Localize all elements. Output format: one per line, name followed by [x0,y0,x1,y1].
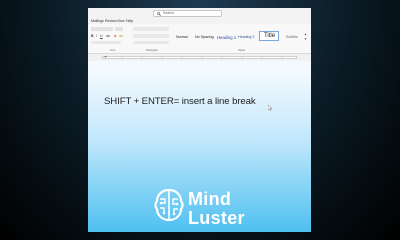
style-heading-1[interactable]: Heading 1 [217,35,236,40]
ruler-ticks [104,56,283,59]
group-label-paragraph: Paragraph [146,49,159,52]
search-icon [157,11,161,16]
search-input[interactable]: Search [153,9,222,17]
style-subtitle[interactable]: Subtitle [286,35,298,39]
alignment-controls[interactable] [133,34,169,38]
title-bar: Search [88,8,311,18]
highlight-icon[interactable]: ab [119,34,123,38]
brand-name-line1: Mind [188,189,232,209]
style-title-label: Title [263,33,276,39]
font-size-dropdown[interactable] [115,27,123,31]
ribbon: B I U ab A ab Normal No Spacing Heading … [88,24,311,54]
menu-mailings[interactable]: Mailings [91,19,104,23]
gallery-scroll-icon[interactable]: ▲ [304,32,307,36]
style-heading-2[interactable]: Heading 2 [238,35,254,39]
menu-review[interactable]: Review [105,19,116,23]
font-name-dropdown[interactable] [91,27,113,31]
document-text[interactable]: SHIFT + ENTER= insert a line break [104,96,256,107]
menu-view[interactable]: View [117,19,125,23]
indent-controls[interactable] [133,41,169,44]
font-effects-row [91,41,121,44]
mouse-cursor-icon [268,105,272,111]
ruler [88,54,311,61]
group-label-styles: Styles [238,49,246,52]
style-title[interactable]: Title [259,31,279,41]
gallery-more-icon[interactable]: ▼ [304,37,307,41]
underline-icon[interactable]: U [100,34,103,38]
video-frame: Search Mailings Review View Help B I U a… [0,0,400,240]
search-placeholder: Search [163,11,175,15]
italic-icon[interactable]: I [96,34,97,38]
word-window: Search Mailings Review View Help B I U a… [88,8,311,232]
style-no-spacing[interactable]: No Spacing [195,35,214,39]
bold-icon[interactable]: B [91,34,94,38]
font-color-icon[interactable]: A [114,34,116,38]
strikethrough-icon[interactable]: ab [106,34,110,38]
style-normal[interactable]: Normal [176,35,188,39]
list-controls[interactable] [133,27,169,31]
group-label-font: Font [110,49,116,52]
brand-name-line2: Luster [188,208,245,228]
menu-help[interactable]: Help [126,19,133,23]
brain-logo-icon [154,188,184,222]
indent-marker-icon[interactable] [104,56,107,58]
